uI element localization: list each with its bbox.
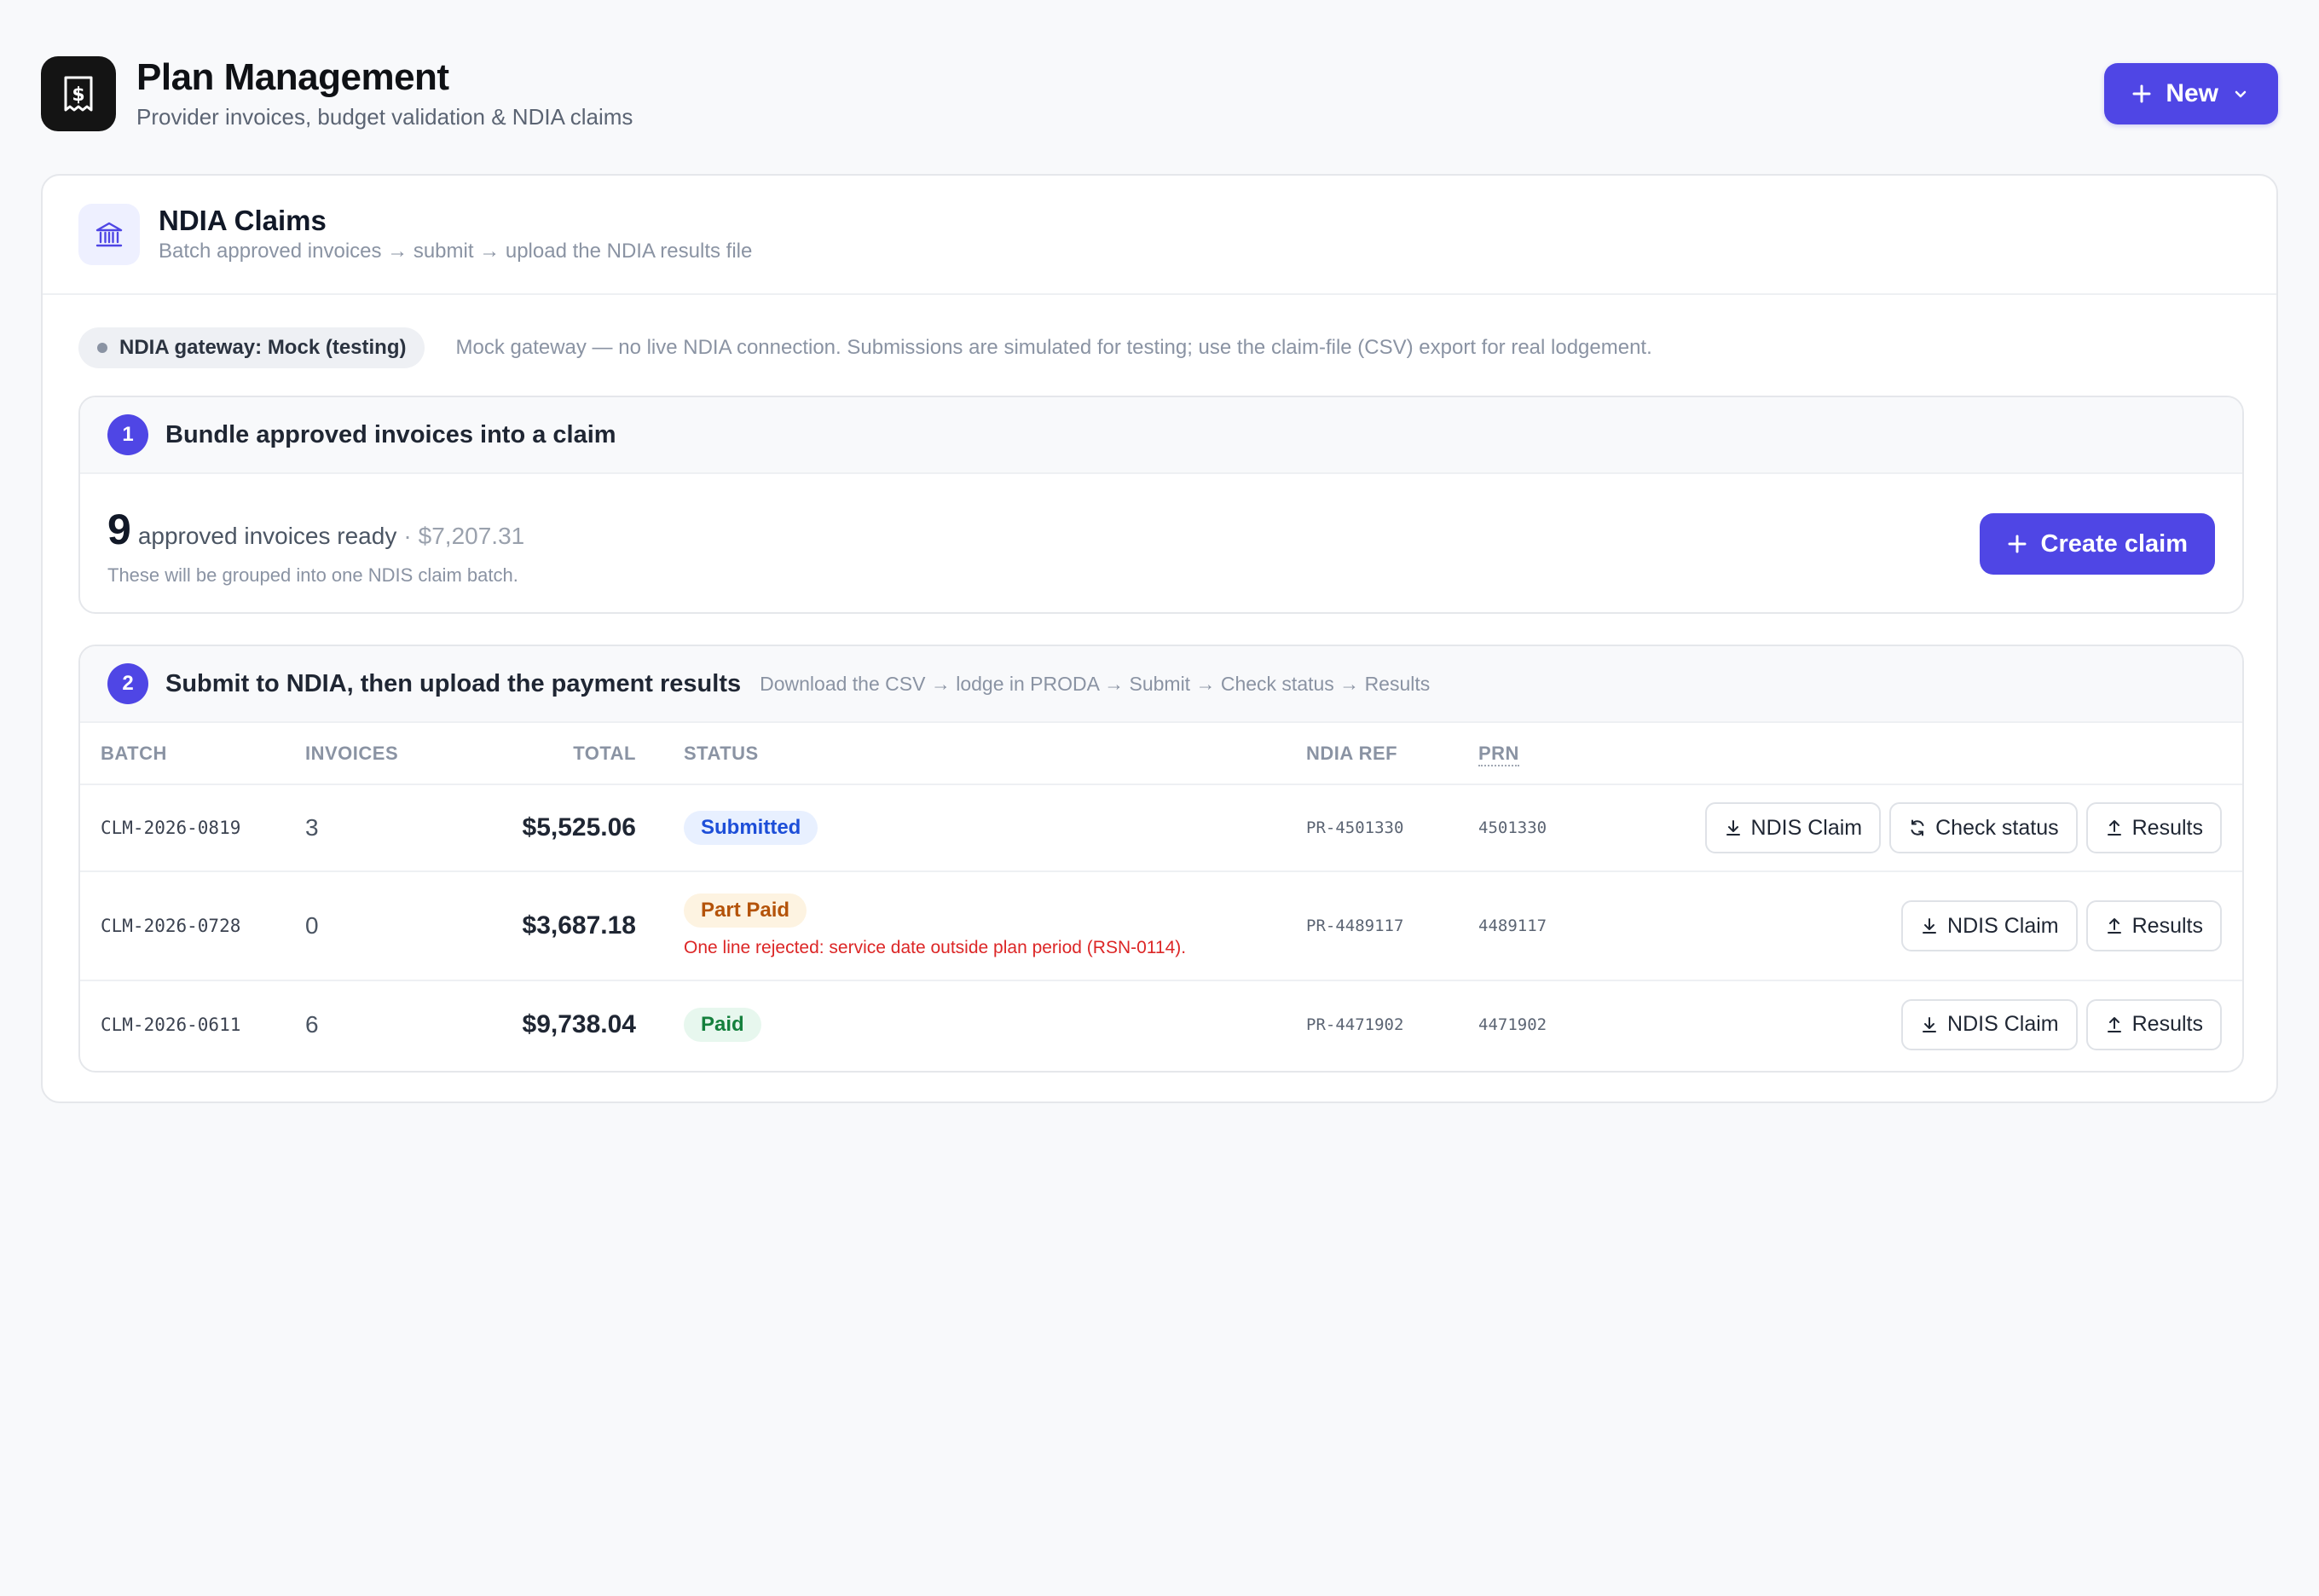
plus-icon bbox=[2131, 84, 2152, 104]
table-row: CLM-2026-0611 6 $9,738.04 Paid PR-447190… bbox=[80, 980, 2242, 1067]
invoice-count: 6 bbox=[305, 1010, 319, 1038]
refresh-icon bbox=[1908, 818, 1927, 837]
step-2-hint: Download the CSV → lodge in PRODA → Subm… bbox=[760, 672, 1431, 695]
results-upload-button[interactable]: Results bbox=[2085, 802, 2222, 853]
download-icon bbox=[1920, 1015, 1939, 1034]
page-subtitle: Provider invoices, budget validation & N… bbox=[136, 104, 633, 130]
batch-total: $3,687.18 bbox=[522, 911, 636, 940]
gateway-label: NDIA gateway: Mock (testing) bbox=[119, 336, 407, 359]
ready-amount: $7,207.31 bbox=[418, 523, 525, 549]
ready-text: approved invoices ready bbox=[137, 523, 397, 549]
ndia-claims-card: NDIA Claims Batch approved invoices → su… bbox=[41, 174, 2278, 1103]
batch-id: CLM-2026-0819 bbox=[101, 818, 241, 838]
column-header-total[interactable]: TOTAL bbox=[442, 723, 660, 785]
brand: $ Plan Management Provider invoices, bud… bbox=[41, 55, 633, 132]
chevron-down-icon bbox=[2232, 85, 2249, 102]
status-badge: Paid bbox=[684, 1007, 761, 1042]
column-header-batch[interactable]: BATCH bbox=[80, 723, 305, 785]
ready-note: These will be grouped into one NDIS clai… bbox=[107, 564, 518, 586]
status-badge: Part Paid bbox=[684, 893, 807, 928]
page-header: $ Plan Management Provider invoices, bud… bbox=[41, 55, 2278, 133]
card-subtitle: Batch approved invoices → submit → uploa… bbox=[159, 240, 753, 263]
batch-id: CLM-2026-0611 bbox=[101, 1014, 241, 1035]
ndis-claim-label: NDIS Claim bbox=[1947, 913, 2059, 938]
status-dot-icon bbox=[97, 343, 107, 353]
table-row: CLM-2026-0819 3 $5,525.06 Submitted PR-4… bbox=[80, 784, 2242, 872]
page-title: Plan Management bbox=[136, 56, 449, 98]
prn-value: 4471902 bbox=[1478, 1015, 1547, 1034]
claims-table: BATCH INVOICES TOTAL STATUS NDIA REF PRN… bbox=[80, 723, 2242, 1067]
ndia-ref: PR-4471902 bbox=[1306, 1015, 1404, 1034]
prn-header-label: PRN bbox=[1478, 742, 1519, 766]
ndia-ref: PR-4501330 bbox=[1306, 818, 1404, 837]
batch-id: CLM-2026-0728 bbox=[101, 916, 241, 936]
results-upload-button[interactable]: Results bbox=[2085, 900, 2222, 951]
column-header-status[interactable]: STATUS bbox=[660, 723, 1306, 785]
gateway-row: NDIA gateway: Mock (testing) Mock gatewa… bbox=[78, 327, 1652, 368]
ndis-claim-label: NDIS Claim bbox=[1947, 1012, 2059, 1036]
step-1-title: Bundle approved invoices into a claim bbox=[165, 420, 616, 448]
prn-value: 4489117 bbox=[1478, 917, 1547, 935]
invoice-count: 3 bbox=[305, 814, 319, 841]
table-header-row: BATCH INVOICES TOTAL STATUS NDIA REF PRN bbox=[80, 723, 2242, 785]
download-icon bbox=[1920, 917, 1939, 935]
card-title: NDIA Claims bbox=[159, 205, 327, 236]
ready-count: 9 bbox=[107, 506, 131, 553]
download-icon bbox=[1724, 818, 1743, 837]
results-label: Results bbox=[2131, 913, 2203, 938]
card-header: NDIA Claims Batch approved invoices → su… bbox=[43, 176, 2276, 295]
ready-separator: · bbox=[403, 523, 412, 549]
results-upload-button[interactable]: Results bbox=[2085, 998, 2222, 1050]
batch-total: $5,525.06 bbox=[522, 813, 636, 841]
create-claim-button[interactable]: Create claim bbox=[1979, 513, 2215, 575]
receipt-dollar-icon: $ bbox=[41, 56, 116, 131]
step-1-header: 1 Bundle approved invoices into a claim bbox=[80, 397, 2242, 474]
ndia-ref: PR-4489117 bbox=[1306, 917, 1404, 935]
check-status-label: Check status bbox=[1935, 815, 2059, 840]
status-badge: Submitted bbox=[684, 811, 818, 845]
step-1-number: 1 bbox=[107, 414, 148, 455]
gateway-status-badge: NDIA gateway: Mock (testing) bbox=[78, 327, 425, 368]
batch-total: $9,738.04 bbox=[522, 1009, 636, 1038]
check-status-button[interactable]: Check status bbox=[1889, 802, 2078, 853]
upload-icon bbox=[2105, 1015, 2124, 1034]
column-header-prn[interactable]: PRN bbox=[1478, 723, 1649, 785]
upload-icon bbox=[2105, 818, 2124, 837]
column-header-actions bbox=[1649, 723, 2242, 785]
bank-icon bbox=[78, 204, 140, 265]
step-bundle-panel: 1 Bundle approved invoices into a claim … bbox=[78, 396, 2244, 614]
rejection-message: One line rejected: service date outside … bbox=[684, 938, 1187, 957]
plus-icon bbox=[2007, 534, 2027, 554]
results-label: Results bbox=[2131, 815, 2203, 840]
ndis-claim-label: NDIS Claim bbox=[1750, 815, 1863, 840]
upload-icon bbox=[2105, 917, 2124, 935]
step-2-header: 2 Submit to NDIA, then upload the paymen… bbox=[80, 646, 2242, 723]
step-2-title: Submit to NDIA, then upload the payment … bbox=[165, 669, 742, 697]
ndis-claim-download-button[interactable]: NDIS Claim bbox=[1704, 802, 1882, 853]
new-button[interactable]: New bbox=[2104, 63, 2278, 124]
table-row: CLM-2026-0728 0 $3,687.18 Part Paid One … bbox=[80, 871, 2242, 981]
svg-text:$: $ bbox=[72, 84, 84, 106]
ndis-claim-download-button[interactable]: NDIS Claim bbox=[1901, 998, 2078, 1050]
prn-value: 4501330 bbox=[1478, 818, 1547, 837]
column-header-invoices[interactable]: INVOICES bbox=[305, 723, 442, 785]
gateway-note: Mock gateway — no live NDIA connection. … bbox=[455, 336, 1652, 359]
create-claim-label: Create claim bbox=[2040, 529, 2189, 558]
results-label: Results bbox=[2131, 1012, 2203, 1036]
ready-summary: 9 approved invoices ready · $7,207.31 bbox=[107, 505, 524, 554]
ndis-claim-download-button[interactable]: NDIS Claim bbox=[1901, 900, 2078, 951]
new-button-label: New bbox=[2166, 79, 2218, 107]
invoice-count: 0 bbox=[305, 912, 319, 939]
step-2-number: 2 bbox=[107, 663, 148, 704]
step-submit-panel: 2 Submit to NDIA, then upload the paymen… bbox=[78, 645, 2244, 1073]
column-header-ndia-ref[interactable]: NDIA REF bbox=[1306, 723, 1478, 785]
